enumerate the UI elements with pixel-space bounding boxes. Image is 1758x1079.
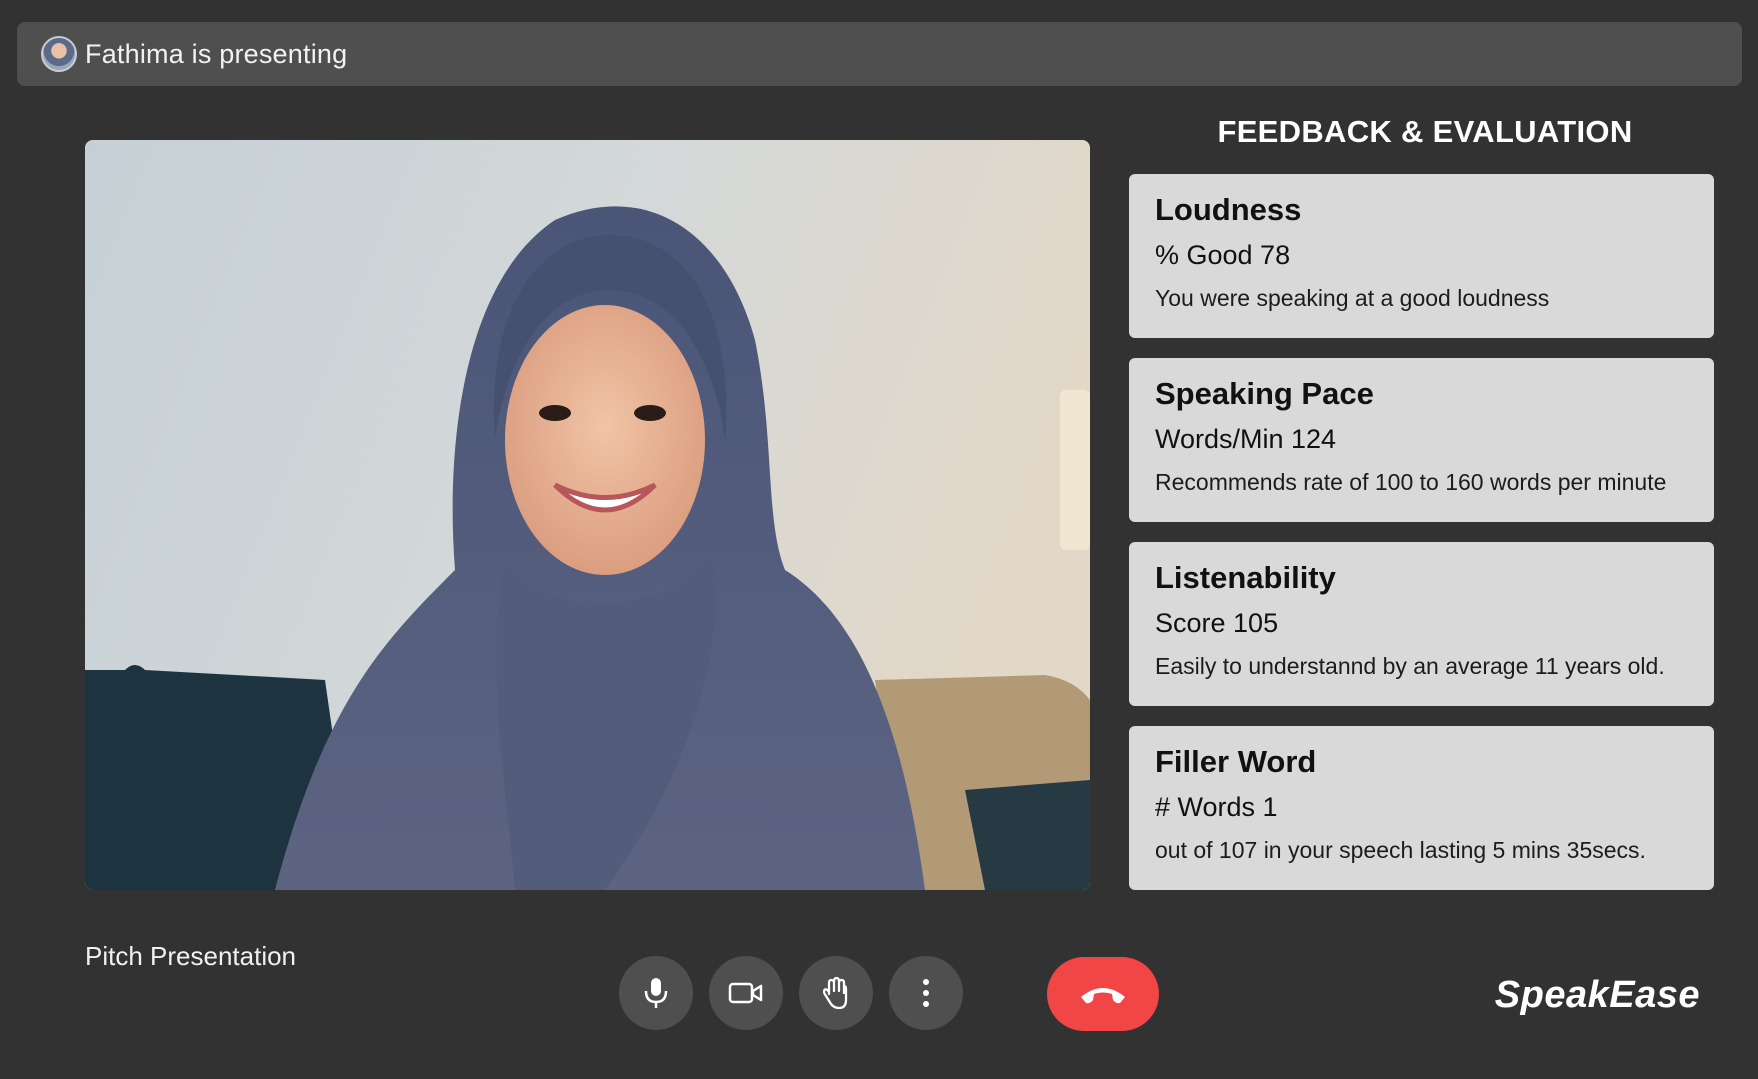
video-frame [85,140,1090,890]
card-metric: % Good 78 [1155,240,1291,270]
card-metric: # Words 1 [1155,792,1278,822]
card-title: Loudness [1155,192,1302,227]
microphone-icon [644,978,668,1008]
end-call-icon [1081,988,1125,1004]
brand-logo: SpeakEase [1494,974,1700,1016]
end-call-button[interactable] [1047,957,1159,1031]
presenter-text: Fathima is presenting [85,38,348,69]
meeting-title: Pitch Presentation [85,941,297,971]
feedback-panel-title: FEEDBACK & EVALUATION [1217,114,1633,149]
raise-hand-button[interactable] [799,956,873,1030]
card-description: out of 107 in your speech lasting 5 mins… [1155,837,1646,863]
card-title: Listenability [1155,560,1336,595]
presenter-video [85,140,1090,890]
card-description: You were speaking at a good loudness [1155,285,1550,311]
more-options-button[interactable] [889,956,963,1030]
raise-hand-icon [822,976,848,1010]
card-metric: Score 105 [1155,608,1279,638]
camera-button[interactable] [709,956,783,1030]
card-title: Filler Word [1155,744,1317,779]
card-description: Easily to understannd by an average 11 y… [1155,653,1665,679]
speaking-pace-card: Speaking Pace Words/Min 124 Recommends r… [1129,358,1714,522]
card-title: Speaking Pace [1155,376,1374,411]
microphone-button[interactable] [619,956,693,1030]
presenter-avatar [41,36,77,72]
camera-icon [728,982,763,1004]
presenter-banner: Fathima is presenting [17,22,1742,86]
card-description: Recommends rate of 100 to 160 words per … [1155,469,1667,495]
loudness-card: Loudness % Good 78 You were speaking at … [1129,174,1714,338]
listenability-card: Listenability Score 105 Easily to unders… [1129,542,1714,706]
card-metric: Words/Min 124 [1155,424,1337,454]
more-options-icon [923,979,929,1007]
filler-word-card: Filler Word # Words 1 out of 107 in your… [1129,726,1714,890]
